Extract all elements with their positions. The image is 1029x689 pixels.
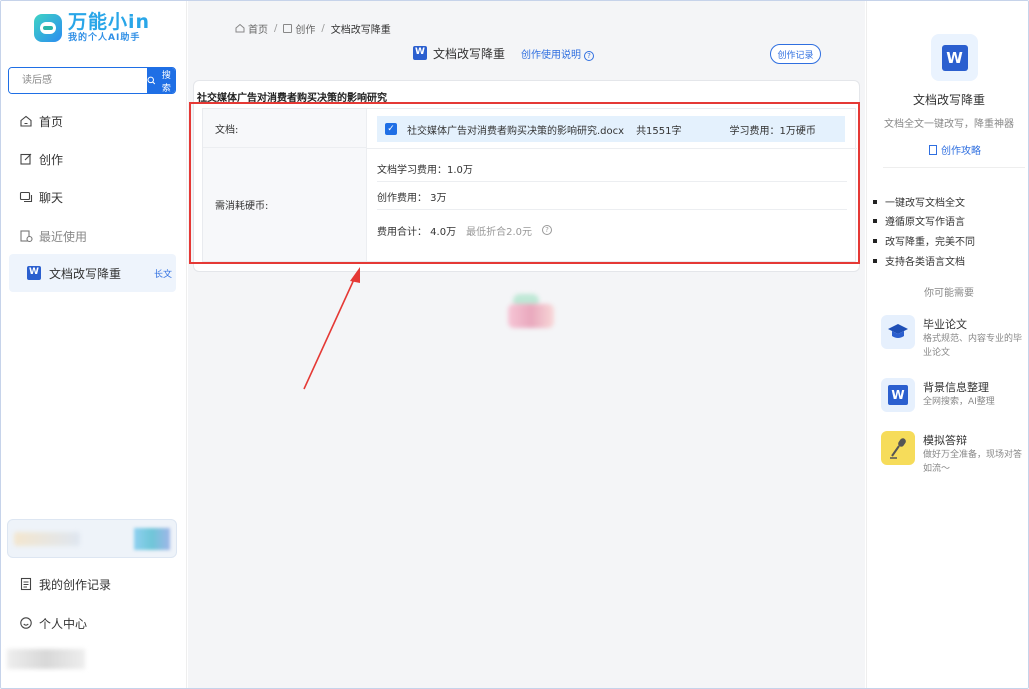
microphone-icon <box>881 431 915 465</box>
doc-row-label: 文档: <box>203 109 367 148</box>
divider <box>377 181 847 182</box>
word-doc-icon: W <box>881 378 915 412</box>
breadcrumb-home[interactable]: 首页 <box>248 21 268 36</box>
edit-icon <box>20 153 32 165</box>
red-arrow-annotation <box>303 267 360 390</box>
blurred-avatar <box>134 528 170 550</box>
help-link-label: 创作使用说明 <box>521 49 582 61</box>
robot-logo-icon <box>34 14 62 42</box>
task-card: 社交媒体广告对消费者购买决策的影响研究 文档: 需消耗硬币: ✓ 社交媒体广告对… <box>193 80 860 272</box>
word-doc-icon: W <box>931 34 978 81</box>
nav-item-label: 我的创作记录 <box>39 577 112 592</box>
blurred-username <box>14 532 80 546</box>
guide-link-label: 创作攻略 <box>941 146 981 157</box>
logo[interactable]: 万能小in 我的个人AI助手 <box>34 12 150 44</box>
nav-item-label: 创作 <box>39 152 64 167</box>
history-button[interactable]: 创作记录 <box>770 44 821 64</box>
recommend-desc: 格式规范、内容专业的毕业论文 <box>923 334 1023 358</box>
cost-min-text: 最低折合2.0元 <box>466 226 532 238</box>
cost-total-text: 费用合计： 4.0万 <box>377 226 457 238</box>
recommend-name: 毕业论文 <box>923 318 967 331</box>
tool-title-right: 文档改写降重 <box>912 93 985 107</box>
recent-tool-doc-rewrite[interactable]: 文档改写降重 长文 <box>9 254 176 292</box>
feature-item: 遵循原文写作语言 <box>873 213 965 228</box>
chat-icon <box>19 191 33 203</box>
main-content: 首页 / 创作 / 文档改写降重 文档改写降重 创作使用说明? 创作记录 社交媒… <box>188 1 865 688</box>
breadcrumb: 首页 / 创作 / 文档改写降重 <box>235 21 391 36</box>
document-list-icon <box>20 577 32 591</box>
app-window: 万能小in 我的个人AI助手 搜索 首页 创作 聊天 最近使用 <box>0 0 1029 689</box>
tool-header: 文档改写降重 创作使用说明? <box>413 45 595 61</box>
word-doc-icon <box>27 266 41 280</box>
breadcrumb-current: 文档改写降重 <box>330 24 391 36</box>
question-icon[interactable]: ? <box>542 225 552 235</box>
search-button[interactable]: 搜索 <box>147 68 175 93</box>
guide-link[interactable]: 创作攻略 <box>929 142 981 157</box>
edit-icon <box>283 23 293 33</box>
recent-icon <box>20 230 33 243</box>
search-button-label: 搜索 <box>161 70 171 94</box>
smile-icon <box>20 617 32 629</box>
word-doc-icon <box>413 46 427 60</box>
sidebar: 万能小in 我的个人AI助手 搜索 首页 创作 聊天 最近使用 <box>1 1 187 688</box>
home-icon <box>20 115 32 127</box>
may-need-heading: 你可能需要 <box>924 288 974 299</box>
loading-indicator <box>508 294 554 332</box>
feature-item: 一键改写文档全文 <box>873 194 965 209</box>
recent-tool-label: 文档改写降重 <box>49 266 122 281</box>
nav-item-home[interactable]: 首页 <box>19 112 63 130</box>
cost-table: 文档: 需消耗硬币: ✓ 社交媒体广告对消费者购买决策的影响研究.docx 共1… <box>202 108 857 262</box>
nav-item-profile[interactable]: 个人中心 <box>19 614 87 632</box>
search-input[interactable] <box>9 68 147 93</box>
cost-total: 费用合计： 4.0万 最低折合2.0元 ? <box>377 223 847 238</box>
cost-row-label: 需消耗硬币: <box>203 148 367 261</box>
recommend-background-info[interactable]: W 背景信息整理 全网搜索，AI整理 <box>881 378 1027 428</box>
nav-item-chat[interactable]: 聊天 <box>19 188 63 206</box>
cost-learn-text: 文档学习费用：1.0万 <box>377 164 473 176</box>
nav-item-label: 最近使用 <box>39 229 88 244</box>
help-link[interactable]: 创作使用说明? <box>521 46 595 61</box>
recommend-name: 背景信息整理 <box>923 381 989 394</box>
card-title: 社交媒体广告对消费者购买决策的影响研究 <box>197 93 387 104</box>
cost-learn: 文档学习费用：1.0万 <box>377 161 847 176</box>
recommend-thesis[interactable]: 毕业论文 格式规范、内容专业的毕业论文 <box>881 315 1027 365</box>
feature-item: 支持各类语言文档 <box>873 253 965 268</box>
logo-subtitle: 我的个人AI助手 <box>68 33 141 43</box>
doc-learn-fee: 学习费用：1万硬币 <box>729 125 816 137</box>
cost-create-text: 创作费用： 3万 <box>377 192 447 204</box>
nav-item-recent[interactable]: 最近使用 <box>19 227 87 245</box>
divider <box>377 209 847 210</box>
divider <box>367 148 857 149</box>
logo-title: 万能小in <box>68 11 151 33</box>
cost-create: 创作费用： 3万 <box>377 189 847 204</box>
user-card[interactable] <box>7 519 177 558</box>
doc-item: ✓ 社交媒体广告对消费者购买决策的影响研究.docx 共1551字 学习费用：1… <box>377 116 845 142</box>
doc-checkbox[interactable]: ✓ <box>385 123 397 135</box>
blurred-footer <box>7 649 85 669</box>
nav-item-create[interactable]: 创作 <box>19 150 63 168</box>
recommend-mock-defense[interactable]: 模拟答辩 做好万全准备，现场对答如流～ <box>881 431 1027 481</box>
nav-item-label: 聊天 <box>39 190 64 205</box>
feature-item: 改写降重，完美不同 <box>873 233 975 248</box>
recommend-desc: 全网搜索，AI整理 <box>923 397 995 407</box>
search-icon <box>147 76 156 85</box>
nav-item-label: 个人中心 <box>39 616 88 631</box>
recommend-desc: 做好万全准备，现场对答如流～ <box>923 450 1023 474</box>
doc-word-count: 共1551字 <box>636 125 682 137</box>
recent-tool-tag: 长文 <box>153 269 172 280</box>
search-box: 搜索 <box>8 67 176 94</box>
home-icon <box>235 23 245 33</box>
divider <box>883 167 1025 168</box>
document-icon <box>929 144 937 155</box>
nav-item-label: 首页 <box>39 114 64 129</box>
nav-item-my-records[interactable]: 我的创作记录 <box>19 575 111 593</box>
tool-subtitle: 文档全文一键改写，降重神器 <box>884 119 1014 130</box>
breadcrumb-create[interactable]: 创作 <box>295 21 315 36</box>
doc-filename: 社交媒体广告对消费者购买决策的影响研究.docx <box>407 125 625 137</box>
recommend-name: 模拟答辩 <box>923 434 967 447</box>
question-icon: ? <box>584 50 595 61</box>
right-panel: W 文档改写降重 文档全文一键改写，降重神器 创作攻略 一键改写文档全文 遵循原… <box>866 1 1028 688</box>
graduation-cap-icon <box>881 315 915 349</box>
tool-title: 文档改写降重 <box>433 46 506 61</box>
